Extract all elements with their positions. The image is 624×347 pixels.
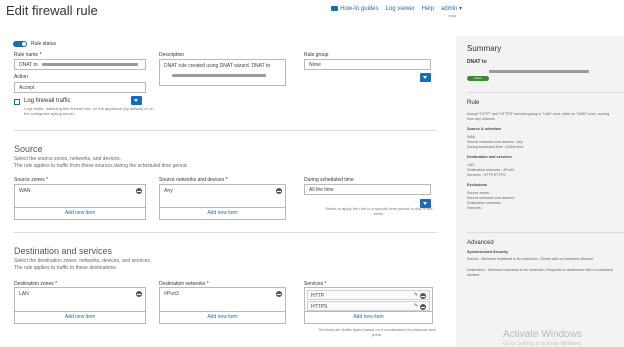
destination-zone-item: LAN bbox=[19, 291, 29, 297]
add-destination-zone-button[interactable]: Add new item bbox=[15, 311, 145, 323]
summary-excl-line: Destination networks : bbox=[467, 201, 503, 205]
source-network-item: Any bbox=[164, 188, 173, 194]
summary-src-line: WAN bbox=[467, 135, 476, 139]
source-title: Source bbox=[14, 144, 43, 154]
destination-title: Destination and services bbox=[14, 246, 113, 256]
how-to-guides-label: How-to guides bbox=[340, 5, 379, 12]
destination-desc-1: Select the destination zones, networks, … bbox=[14, 258, 152, 264]
rule-name-value: DNAT to bbox=[19, 61, 38, 68]
summary-rule-heading: Rule bbox=[467, 100, 480, 106]
summary-src-line: During scheduled time : All the time bbox=[467, 145, 524, 149]
summary-rule-desc: Accept "HTTP" and "HTTPS" services going… bbox=[467, 112, 610, 121]
description-label: Description bbox=[159, 52, 185, 58]
rule-name-label: Rule name * bbox=[14, 52, 42, 58]
service-row: HTTPS ✎ bbox=[307, 301, 430, 311]
help-link[interactable]: Help bbox=[422, 6, 434, 12]
summary-excl-line: Source zones : bbox=[467, 191, 491, 195]
source-zones-label: Source zones * bbox=[14, 177, 48, 183]
source-zones-box: WAN Add new item bbox=[14, 184, 146, 220]
summary-dest-line: Services : HTTP,HTTPS bbox=[467, 173, 506, 177]
services-box: HTTP ✎ HTTPS ✎ Add new item bbox=[304, 287, 433, 324]
edit-icon[interactable]: ✎ bbox=[414, 293, 419, 298]
remove-icon[interactable] bbox=[136, 291, 142, 297]
summary-src-line: Source networks and devices : Any bbox=[467, 140, 523, 144]
log-traffic-checkbox[interactable] bbox=[14, 99, 20, 105]
summary-dest-heading: Destination and services bbox=[467, 155, 512, 159]
admin-sub: Insp bbox=[448, 13, 456, 18]
top-links: How-to guides Log viewer Help admin ▾ bbox=[331, 5, 462, 12]
rule-group-dropdown-button[interactable] bbox=[420, 73, 431, 82]
page-title: Edit firewall rule bbox=[6, 3, 98, 18]
activate-windows-watermark: Activate Windows bbox=[503, 329, 582, 340]
admin-menu[interactable]: admin ▾ bbox=[441, 5, 462, 12]
action-value: Accept bbox=[19, 84, 35, 91]
destination-desc-2: The rule applies to traffic to these des… bbox=[14, 265, 118, 271]
status-badge: Active bbox=[467, 76, 489, 81]
redacted-text bbox=[41, 63, 138, 66]
edit-icon[interactable]: ✎ bbox=[414, 304, 419, 309]
schedule-value: All the time bbox=[309, 186, 334, 193]
rule-group-value: None bbox=[309, 61, 321, 68]
log-viewer-link[interactable]: Log viewer bbox=[386, 6, 415, 12]
description-textarea[interactable]: DNAT rule created using DNAT wizard. DNA… bbox=[159, 59, 286, 86]
remove-icon[interactable] bbox=[276, 188, 282, 194]
video-icon bbox=[331, 6, 339, 11]
remove-icon[interactable] bbox=[276, 291, 282, 297]
description-line1: DNAT rule created using DNAT wizard. DNA… bbox=[164, 63, 271, 69]
destination-zones-box: LAN Add new item bbox=[14, 287, 146, 324]
summary-dest-line: Destination networks : #Port3 bbox=[467, 168, 514, 172]
action-select[interactable]: Accept bbox=[14, 82, 146, 93]
remove-icon[interactable] bbox=[136, 188, 142, 194]
schedule-select[interactable]: All the time bbox=[304, 184, 431, 195]
services-help: Services are traffic types based on a co… bbox=[318, 327, 436, 337]
service-item: HTTPS bbox=[311, 304, 328, 310]
rule-group-label: Rule group bbox=[304, 52, 329, 58]
source-desc-2: The rule applies to traffic from these s… bbox=[14, 163, 188, 169]
summary-sync-heading: Synchronized Security bbox=[467, 250, 508, 254]
activate-windows-sub: Go to Settings to activate Windows. bbox=[503, 341, 582, 347]
rule-status-label: Rule status bbox=[31, 41, 57, 47]
rule-status-toggle[interactable] bbox=[13, 41, 27, 47]
source-networks-box: Any Add new item bbox=[159, 184, 286, 220]
action-label: Action bbox=[14, 74, 28, 80]
summary-sync-line: Source : Minimum heartbeat is No restric… bbox=[467, 257, 593, 261]
source-zone-item: WAN bbox=[19, 188, 31, 194]
destination-networks-box: #Port3 Add new item bbox=[159, 287, 286, 324]
how-to-guides-link[interactable]: How-to guides bbox=[331, 5, 379, 12]
add-service-button[interactable]: Add new item bbox=[305, 311, 432, 323]
action-dropdown-button[interactable] bbox=[131, 96, 142, 105]
divider bbox=[14, 130, 437, 131]
redacted-text bbox=[489, 70, 589, 73]
summary-rule-name: DNAT to bbox=[467, 59, 487, 65]
rule-name-input[interactable]: DNAT to bbox=[14, 59, 146, 70]
summary-panel: Summary DNAT to Active Rule Accept "HTTP… bbox=[456, 36, 624, 347]
source-desc-1: Select the source zones, networks, and d… bbox=[14, 156, 122, 162]
summary-sync-line: Destination : Minimum heartbeat is No re… bbox=[467, 268, 613, 277]
schedule-label: During scheduled time bbox=[304, 177, 354, 183]
redacted-text bbox=[172, 74, 266, 77]
summary-exclusions-heading: Exclusions bbox=[467, 183, 488, 187]
divider bbox=[467, 92, 624, 93]
summary-advanced-heading: Advanced bbox=[467, 240, 494, 246]
service-row: HTTP ✎ bbox=[307, 290, 430, 300]
divider bbox=[467, 232, 624, 233]
divider bbox=[14, 232, 437, 233]
source-networks-label: Source networks and devices * bbox=[159, 177, 228, 183]
summary-excl-line: Services : bbox=[467, 206, 483, 210]
add-destination-network-button[interactable]: Add new item bbox=[160, 311, 285, 323]
summary-dest-line: LAN bbox=[467, 163, 474, 167]
summary-title: Summary bbox=[467, 44, 502, 53]
remove-icon[interactable] bbox=[420, 293, 426, 299]
schedule-help: Select to apply the rule to a specific t… bbox=[325, 206, 433, 216]
rule-group-select[interactable]: None bbox=[304, 59, 431, 70]
service-item: HTTP bbox=[311, 293, 325, 299]
destination-network-item: #Port3 bbox=[164, 291, 179, 297]
log-traffic-label: Log firewall traffic bbox=[24, 98, 71, 104]
add-source-zone-button[interactable]: Add new item bbox=[15, 207, 145, 219]
remove-icon[interactable] bbox=[420, 304, 426, 310]
add-source-network-button[interactable]: Add new item bbox=[160, 207, 285, 219]
log-traffic-description: Logs traffic, matching this firewall rul… bbox=[24, 106, 154, 116]
summary-src-sched-heading: Source & schedule bbox=[467, 127, 502, 131]
summary-excl-line: Source networks and devices : bbox=[467, 196, 516, 200]
